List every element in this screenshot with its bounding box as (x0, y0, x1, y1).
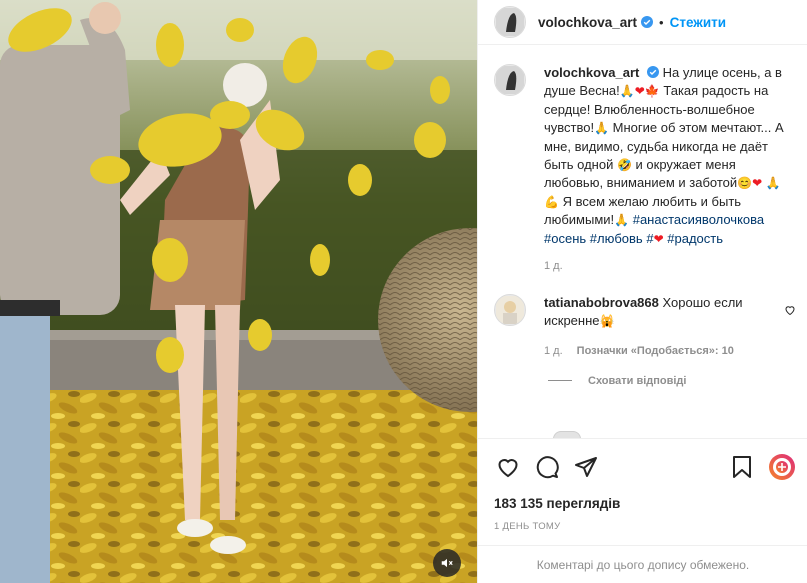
comments-limited-notice: Коментарі до цього допису обмежено. (478, 545, 807, 583)
caption: volochkova_art На улице осень, а в душе … (478, 64, 807, 248)
speech-bubble-icon (536, 456, 559, 479)
praying-hands-emoji-icon: 🙏 (765, 176, 781, 191)
view-count[interactable]: 183 135 переглядів (494, 496, 620, 511)
caption-line: Я всем желаю любить и быть (562, 193, 742, 209)
face-with-open-eyes-hand-emoji-icon: 🙀 (599, 314, 615, 329)
hashtag-link[interactable]: # (646, 231, 653, 246)
praying-hands-emoji-icon: 🙏 (619, 84, 635, 99)
hashtag-link[interactable]: #любовь (590, 231, 643, 246)
verified-icon (647, 66, 659, 78)
caption-line: любовью, вниманием и заботой (544, 175, 738, 191)
gift-badge-icon (769, 454, 795, 480)
hashtag-link[interactable]: #осень (544, 231, 586, 246)
post-header: volochkova_art • Стежити (478, 0, 807, 45)
praying-hands-emoji-icon: 🙏 (594, 121, 610, 136)
comment-line: Хорошо если (662, 295, 743, 311)
smiling-face-emoji-icon: 😊 (737, 176, 753, 191)
caption-line: Такая радость на (663, 83, 769, 99)
like-comment-icon[interactable] (784, 304, 796, 316)
rofl-emoji-icon: 🤣 (616, 158, 632, 173)
praying-hands-emoji-icon: 🙏 (614, 213, 630, 228)
caption-line: чувство! (544, 120, 595, 136)
flexed-biceps-emoji-icon: 💪 (544, 194, 559, 209)
caption-text: volochkova_art На улице осень, а в душе … (544, 64, 792, 248)
caption-line: душе Весна! (544, 83, 620, 99)
author-username[interactable]: volochkova_art (538, 15, 637, 30)
gift-button[interactable] (768, 453, 796, 481)
red-heart-emoji-icon: ❤ (653, 231, 664, 246)
comment-button[interactable] (533, 453, 561, 481)
like-button[interactable] (494, 453, 522, 481)
comment-item: tatianabobrova868 Хорошо если искренне🙀 (478, 294, 807, 331)
comment-timestamp[interactable]: 1 д. (544, 345, 563, 357)
replies-divider (548, 380, 572, 382)
maple-leaf-emoji-icon: 🍁 (644, 84, 660, 99)
speaker-muted-icon (441, 558, 453, 568)
red-heart-emoji-icon: ❤ (634, 84, 645, 99)
hide-replies-button[interactable]: Сховати відповіді (548, 375, 807, 387)
comment-likes-count[interactable]: Позначки «Подобається»: 10 (577, 345, 734, 357)
caption-line: На улице осень, а в (662, 65, 782, 80)
share-button[interactable] (572, 453, 600, 481)
comment-line: искренне (544, 313, 600, 329)
caption-line: и окружает меня (635, 157, 736, 173)
action-bar (478, 438, 807, 494)
author-avatar[interactable] (494, 6, 526, 38)
hide-replies-label: Сховати відповіді (588, 374, 687, 387)
avatar-image (496, 296, 524, 325)
video-frame-image (0, 0, 477, 583)
comment-meta: 1 д. Позначки «Подобається»: 10 (544, 345, 807, 357)
post-side-panel: volochkova_art • Стежити volochkova_art (477, 0, 807, 583)
bookmark-icon (733, 456, 751, 478)
caption-line: Многие об этом мечтают... (612, 120, 772, 136)
verified-icon (641, 16, 654, 28)
commenter-username[interactable]: tatianabobrova868 (544, 295, 659, 310)
heart-outline-icon (498, 459, 518, 478)
caption-author-avatar[interactable] (494, 64, 526, 96)
post-date[interactable]: 1 ДЕНЬ ТОМУ (494, 521, 560, 532)
hashtag-link[interactable]: #радость (667, 231, 723, 246)
caption-line: быть одной (544, 157, 614, 173)
comment-text: tatianabobrova868 Хорошо если искренне🙀 (544, 294, 782, 331)
caption-line: сердце! Влюбленность-волшебное (544, 101, 755, 117)
hashtag-link[interactable]: #анастасияволочкова (633, 212, 764, 227)
post-media-video[interactable] (0, 0, 477, 583)
paper-plane-icon (575, 457, 597, 477)
caption-timestamp[interactable]: 1 д. (544, 260, 807, 272)
caption-username[interactable]: volochkova_art (544, 65, 639, 80)
mute-button[interactable] (433, 549, 461, 577)
commenter-avatar[interactable] (494, 294, 526, 327)
comments-list[interactable]: volochkova_art На улице осень, а в душе … (478, 64, 807, 438)
avatar-image (496, 8, 524, 36)
red-heart-emoji-icon: ❤ (752, 176, 763, 191)
follow-button[interactable]: Стежити (670, 15, 726, 30)
avatar-image (496, 66, 524, 94)
caption-line: любимыми! (544, 212, 615, 228)
header-separator: • (659, 14, 664, 30)
save-button[interactable] (728, 453, 756, 481)
